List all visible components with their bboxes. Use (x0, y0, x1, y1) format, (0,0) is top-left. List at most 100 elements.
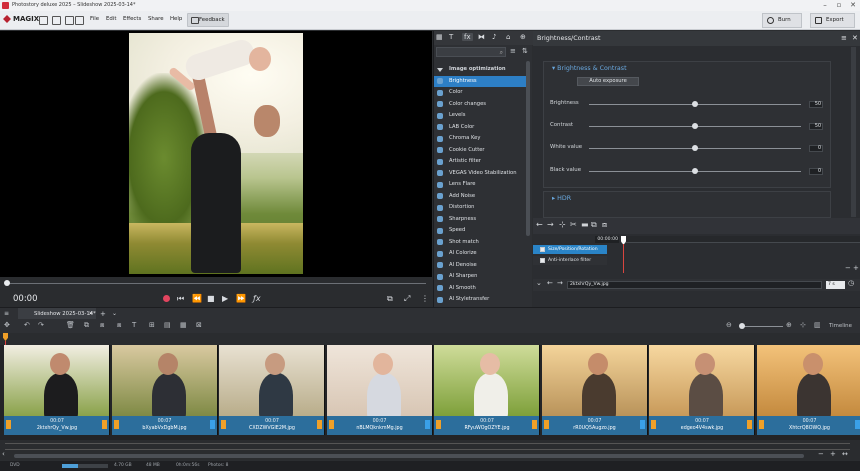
fade-out-handle[interactable] (424, 420, 430, 429)
slider-handle[interactable] (692, 168, 698, 174)
category-image-optimization[interactable]: Image optimization (434, 64, 526, 75)
cut-icon[interactable]: ✂ (570, 220, 577, 229)
slider-handle[interactable] (692, 101, 698, 107)
back-icon[interactable]: ← (547, 279, 553, 287)
insert-icon[interactable]: ⊞ (149, 321, 155, 329)
timeline-scrollbar[interactable] (14, 454, 804, 458)
paste-object-icon[interactable]: ⧈ (100, 321, 104, 330)
storyboard-view-icon[interactable]: ⊹ (800, 321, 806, 329)
undo-icon[interactable]: ↶ (24, 321, 30, 329)
tab-effects[interactable]: fx (462, 33, 473, 41)
timeline-view-icon[interactable]: ▥ (814, 321, 821, 329)
paste-icon[interactable]: ⧈ (602, 220, 607, 230)
fade-out-handle[interactable] (209, 420, 215, 429)
clip-bar-6[interactable]: 00:07 edgeo4V4swk.jpg (649, 416, 755, 435)
clip-bar-2[interactable]: 00:07 CXDZWVGIE2M.jpg (219, 416, 325, 435)
cast-icon[interactable]: ⧉ (387, 294, 393, 303)
clip-thumbnail-3[interactable] (326, 345, 433, 416)
menu-edit[interactable]: Edit (106, 16, 116, 22)
menu-help[interactable]: Help (170, 16, 182, 22)
media-tab-icon[interactable]: ▦ (436, 33, 443, 41)
fast-forward-icon[interactable]: ⏩ (236, 294, 246, 303)
effect-add-noise[interactable]: Add Noise (434, 191, 526, 202)
clip-thumbnail-7[interactable] (756, 345, 860, 416)
effect-lab-color[interactable]: LAB Color (434, 122, 526, 133)
object-name-field[interactable]: 2ktxhrQy_Vw.jpg (567, 281, 822, 289)
effect-ai-denoise[interactable]: AI Denoise (434, 260, 526, 271)
clip-bar-0[interactable]: 00:07 2ktxhrQy_Vw.jpg (4, 416, 110, 435)
range-selection[interactable] (5, 443, 850, 450)
effect-cookie-cutter[interactable]: Cookie Cutter (434, 145, 526, 156)
scroll-left-icon[interactable]: ‹ (2, 450, 5, 458)
section-brightness-contrast[interactable]: ▾ Brightness & Contrast (552, 65, 627, 72)
close-icon[interactable]: ✕ (846, 0, 860, 11)
param-slider-1[interactable] (589, 123, 801, 129)
clip-bar-3[interactable]: 00:07 nBLMQknkmMg.jpg (326, 416, 433, 435)
clip-bar-7[interactable]: 00:07 XhtcrQ8OWQ.jpg (756, 416, 860, 435)
effect-color-changes[interactable]: Color changes (434, 99, 526, 110)
panel-close-icon[interactable]: ✕ (852, 31, 858, 46)
delete-keyframe-icon[interactable]: ▬ (581, 220, 589, 229)
effect-chroma-key[interactable]: Chroma Key (434, 133, 526, 144)
fade-out-handle[interactable] (102, 420, 107, 429)
undo-arrow-icon[interactable]: ← (536, 220, 543, 229)
effect-lens-flare[interactable]: Lens Flare (434, 179, 526, 190)
fit-timeline-icon[interactable]: ↔ (842, 450, 848, 458)
param-value-3[interactable]: 0 (809, 168, 823, 175)
track-anti-interlace[interactable]: Anti-interlace filter (533, 256, 607, 265)
save-project-icon[interactable] (65, 16, 74, 25)
fade-out-handle[interactable] (317, 420, 322, 429)
param-value-0[interactable]: 50 (809, 101, 823, 108)
zoom-in-timeline-icon[interactable]: ⊕ (786, 321, 792, 329)
clip-thumbnail-6[interactable] (649, 345, 755, 416)
properties-scrollbar[interactable] (851, 47, 856, 217)
skip-back-icon[interactable]: ⏮ (177, 294, 184, 303)
effect-brightness[interactable]: Brightness (434, 75, 526, 87)
fade-out-handle[interactable] (747, 420, 752, 429)
fit-icon[interactable]: ⊠ (196, 321, 202, 329)
split-icon[interactable]: ⧈ (117, 321, 121, 330)
effect-artistic-filter[interactable]: Artistic filter (434, 156, 526, 167)
collapse-panel-icon[interactable]: ⌄ (536, 279, 542, 287)
redo-arrow-icon[interactable]: → (547, 220, 554, 229)
clip-thumbnail-1[interactable] (111, 345, 218, 416)
rewind-icon[interactable]: ⏪ (192, 294, 202, 303)
effect-shot-match[interactable]: Shot match (434, 237, 526, 248)
effect-sharpness[interactable]: Sharpness (434, 214, 526, 225)
clock-icon[interactable]: ◷ (848, 279, 854, 287)
panel-menu-icon[interactable]: ≡ (841, 31, 847, 46)
forward-icon[interactable]: → (557, 279, 563, 287)
add-keyframe-icon[interactable]: ⊹ (559, 220, 566, 229)
mouse-mode-icon[interactable]: ✥ (4, 321, 10, 329)
duration-field[interactable]: 7 s (826, 281, 845, 289)
effect-ai-smooth[interactable]: AI Smooth (434, 283, 526, 294)
param-slider-0[interactable] (589, 101, 801, 107)
zoom-out-icon[interactable]: − (845, 264, 851, 272)
more-options-icon[interactable]: ⋮ (421, 294, 429, 303)
fade-out-handle[interactable] (854, 420, 860, 429)
burn-button[interactable]: Burn (762, 13, 802, 28)
clip-thumbnail-2[interactable] (219, 345, 325, 416)
fullscreen-icon[interactable]: ⤢ (404, 294, 410, 303)
param-value-2[interactable]: 0 (809, 145, 823, 152)
zoom-out-timeline-icon[interactable]: ⊖ (726, 321, 732, 329)
delete-icon[interactable]: 🗑 (66, 321, 75, 329)
tab-text[interactable]: T (449, 33, 453, 41)
clip-thumbnail-4[interactable] (434, 345, 540, 416)
copy-icon[interactable]: ⧉ (591, 220, 597, 230)
effect-ai-sharpen[interactable]: AI Sharpen (434, 271, 526, 282)
track-checkbox[interactable] (540, 258, 545, 263)
play-icon[interactable]: ▶ (222, 294, 228, 303)
clip-thumbnail-0[interactable] (4, 345, 110, 416)
effect-speed[interactable]: Speed (434, 225, 526, 236)
effect-ai-styletransfer[interactable]: AI Styletransfer (434, 294, 526, 305)
transitions-tab-icon[interactable]: ⧓ (478, 33, 485, 41)
tab-menu-icon[interactable]: ≡ (4, 310, 9, 317)
effect-color[interactable]: Color (434, 87, 526, 98)
slider-handle[interactable] (692, 123, 698, 129)
param-value-1[interactable]: 50 (809, 123, 823, 130)
effect-ai-colorize[interactable]: AI Colorize (434, 248, 526, 259)
timeline-zoom-slider[interactable] (739, 323, 783, 329)
clip-thumbnail-5[interactable] (541, 345, 648, 416)
effect-vegas-stabilization[interactable]: VEGAS Video Stabilization (434, 168, 526, 179)
